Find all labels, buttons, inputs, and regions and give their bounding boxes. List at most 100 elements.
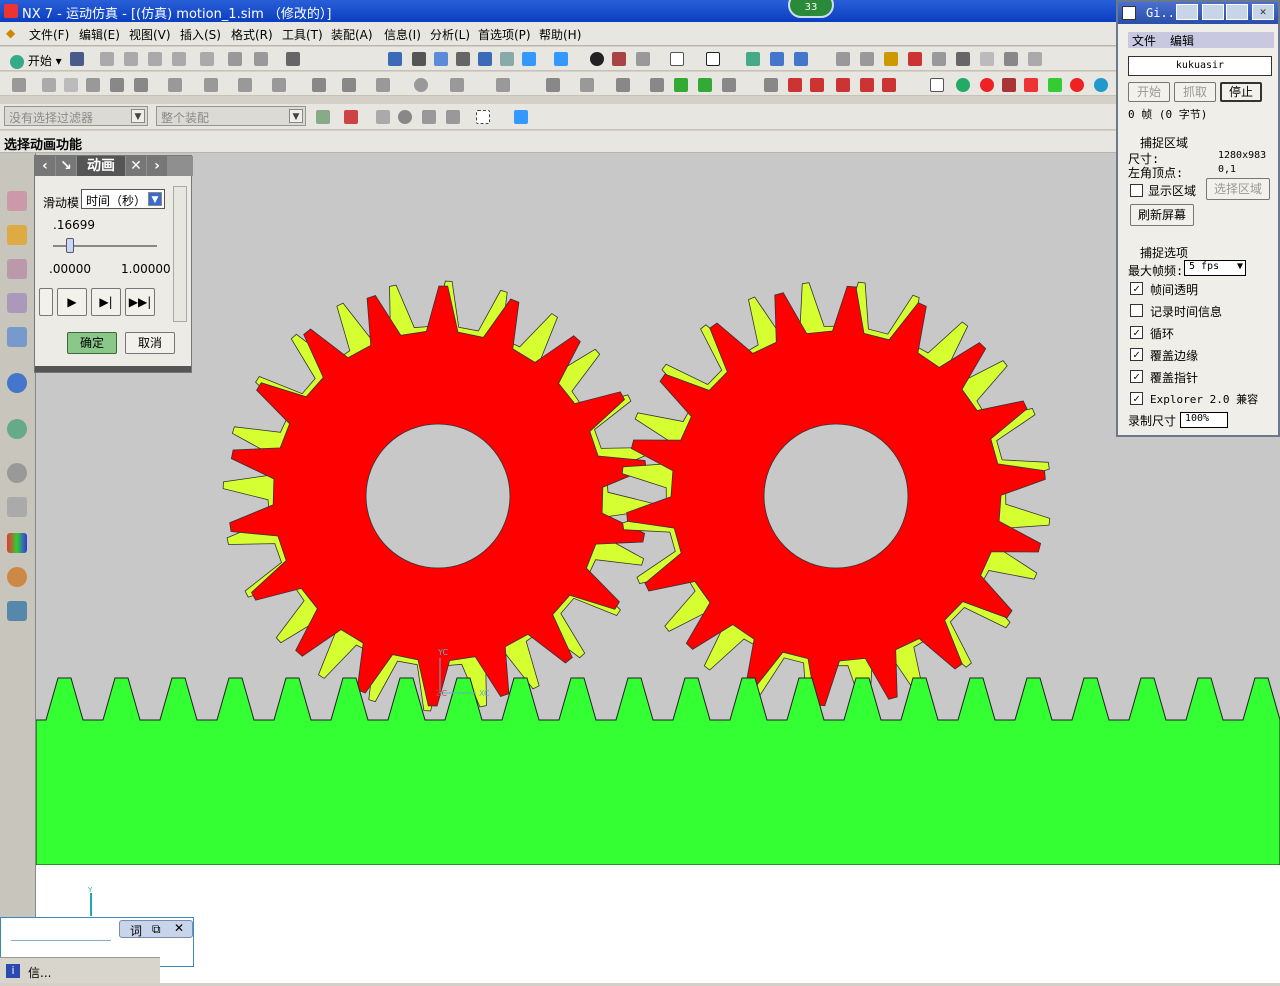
menu-view[interactable]: 视图(V) <box>129 26 171 43</box>
chain-icon[interactable] <box>1048 78 1062 92</box>
angle-icon[interactable] <box>1028 52 1042 66</box>
marker-icon[interactable] <box>312 78 326 92</box>
binoculars-icon[interactable] <box>286 52 300 66</box>
next-arrow-icon[interactable]: › <box>147 156 167 176</box>
box-icon[interactable] <box>650 78 664 92</box>
check-icon[interactable] <box>908 52 922 66</box>
point-icon[interactable] <box>932 52 946 66</box>
orient-icon[interactable] <box>770 52 784 66</box>
export-icon[interactable] <box>930 78 944 92</box>
step-forward-button[interactable]: ▶| <box>91 288 121 316</box>
graphics-window[interactable]: YC XC ZC Y <box>35 153 1280 983</box>
stop-icon[interactable] <box>546 78 560 92</box>
restore-button[interactable] <box>1202 4 1224 20</box>
refresh-screen-button[interactable]: 刷新屏幕 <box>1130 204 1194 226</box>
fit-icon[interactable] <box>388 52 402 66</box>
info-label[interactable]: 信... <box>28 964 51 981</box>
force-icon[interactable] <box>238 78 252 92</box>
link-icon[interactable] <box>86 78 100 92</box>
ok-button[interactable]: 确定 <box>67 332 117 354</box>
pan-icon[interactable] <box>500 52 514 66</box>
menu-insert[interactable]: 插入(S) <box>180 26 221 43</box>
minimize-button[interactable] <box>1176 4 1198 20</box>
menu-preferences[interactable]: 首选项(P) <box>478 26 531 43</box>
zoom-area-icon[interactable] <box>434 52 448 66</box>
record-size-select[interactable]: 100% <box>1180 412 1228 428</box>
rotate-icon[interactable] <box>478 52 492 66</box>
fast-forward-button[interactable]: ▶▶| <box>125 288 155 316</box>
history-icon[interactable] <box>7 463 27 483</box>
measure-icon[interactable] <box>884 52 898 66</box>
copy-icon[interactable] <box>124 52 138 66</box>
constraint-navigator-icon[interactable] <box>7 293 27 313</box>
gif-menu-file[interactable]: 文件 <box>1132 32 1156 49</box>
play-button[interactable]: ▶ <box>57 288 87 316</box>
part-icon[interactable] <box>1024 78 1038 92</box>
gif-stop-button[interactable]: 停止 <box>1220 82 1262 102</box>
zoom-icon[interactable] <box>412 52 426 66</box>
transparent-checkbox[interactable]: ✓ <box>1130 282 1143 295</box>
cut-icon[interactable] <box>100 52 114 66</box>
menu-file[interactable]: 文件(F) <box>29 26 69 43</box>
env-icon[interactable] <box>12 78 26 92</box>
wcs-icon[interactable] <box>746 52 760 66</box>
collapse-icon[interactable]: ↘ <box>56 156 76 176</box>
menu-edit[interactable]: 编辑(E) <box>79 26 120 43</box>
system-scene-icon[interactable] <box>7 601 27 621</box>
menu-format[interactable]: 格式(R) <box>231 26 273 43</box>
solver-icon[interactable] <box>376 78 390 92</box>
close-icon[interactable]: ✕ <box>126 156 146 176</box>
menu-tools[interactable]: 工具(T) <box>282 26 323 43</box>
transform-icon[interactable] <box>254 52 268 66</box>
snap-icon[interactable] <box>836 52 850 66</box>
gif-menu-edit[interactable]: 编辑 <box>1170 32 1194 49</box>
close-icon[interactable]: ✕ <box>174 921 184 935</box>
prev-arrow-icon[interactable]: ‹ <box>35 156 55 176</box>
help-icon[interactable] <box>7 419 27 439</box>
repeat-icon[interactable] <box>228 52 242 66</box>
type-filter-select[interactable]: 没有选择过滤器 ▼ <box>4 106 148 126</box>
cover-edge-checkbox[interactable]: ✓ <box>1130 348 1143 361</box>
select-all-icon[interactable] <box>316 110 330 124</box>
close-button[interactable]: ✕ <box>1252 4 1274 20</box>
slider-mode-select[interactable]: 时间（秒） ▼ <box>81 189 165 209</box>
roles-icon[interactable] <box>7 567 27 587</box>
dialog-scrollbar[interactable] <box>173 186 187 322</box>
select-icon[interactable] <box>956 52 970 66</box>
trace-icon[interactable] <box>450 78 464 92</box>
gif-start-button[interactable]: 开始 <box>1128 82 1170 102</box>
menu-analysis[interactable]: 分析(L) <box>430 26 470 43</box>
fps-select[interactable]: 5 fps ▼ <box>1184 260 1246 276</box>
right-gear[interactable] <box>621 281 1051 711</box>
blue-ring-icon[interactable] <box>1094 78 1108 92</box>
paste-icon[interactable] <box>148 52 162 66</box>
internet-icon[interactable] <box>7 373 27 393</box>
left-gear[interactable] <box>222 280 654 712</box>
cancel-button[interactable]: 取消 <box>125 332 175 354</box>
select-area-button[interactable]: 选择区域 <box>1206 178 1270 200</box>
start-button[interactable]: 开始 ▾ <box>10 52 62 69</box>
arrow-left-icon[interactable] <box>674 78 688 92</box>
copy-icon[interactable]: ⧉ <box>152 922 161 937</box>
palette-icon[interactable] <box>7 533 27 553</box>
feature-icon[interactable] <box>422 110 436 124</box>
section-icon[interactable] <box>612 52 626 66</box>
formula-icon[interactable] <box>42 78 56 92</box>
joint-icon[interactable] <box>110 78 124 92</box>
refresh-icon[interactable] <box>722 78 736 92</box>
line-icon[interactable] <box>980 52 994 66</box>
gif-grab-button[interactable]: 抓取 <box>1174 82 1216 102</box>
solid-icon[interactable] <box>514 110 528 124</box>
rectangle-select-icon[interactable] <box>476 110 490 124</box>
snap-point-icon[interactable] <box>344 110 358 124</box>
cylinder-icon[interactable] <box>1002 78 1016 92</box>
green-rack[interactable] <box>35 677 1280 866</box>
show-area-checkbox[interactable] <box>1130 184 1143 197</box>
menu-assembly[interactable]: 装配(A) <box>331 26 373 43</box>
time-slider-thumb[interactable] <box>66 238 75 253</box>
delete-icon[interactable] <box>172 52 186 66</box>
ruler-icon[interactable] <box>1004 52 1018 66</box>
magnify-icon[interactable] <box>456 52 470 66</box>
menu-info[interactable]: 信息(I) <box>384 26 421 43</box>
red-gear-icon[interactable] <box>980 78 994 92</box>
